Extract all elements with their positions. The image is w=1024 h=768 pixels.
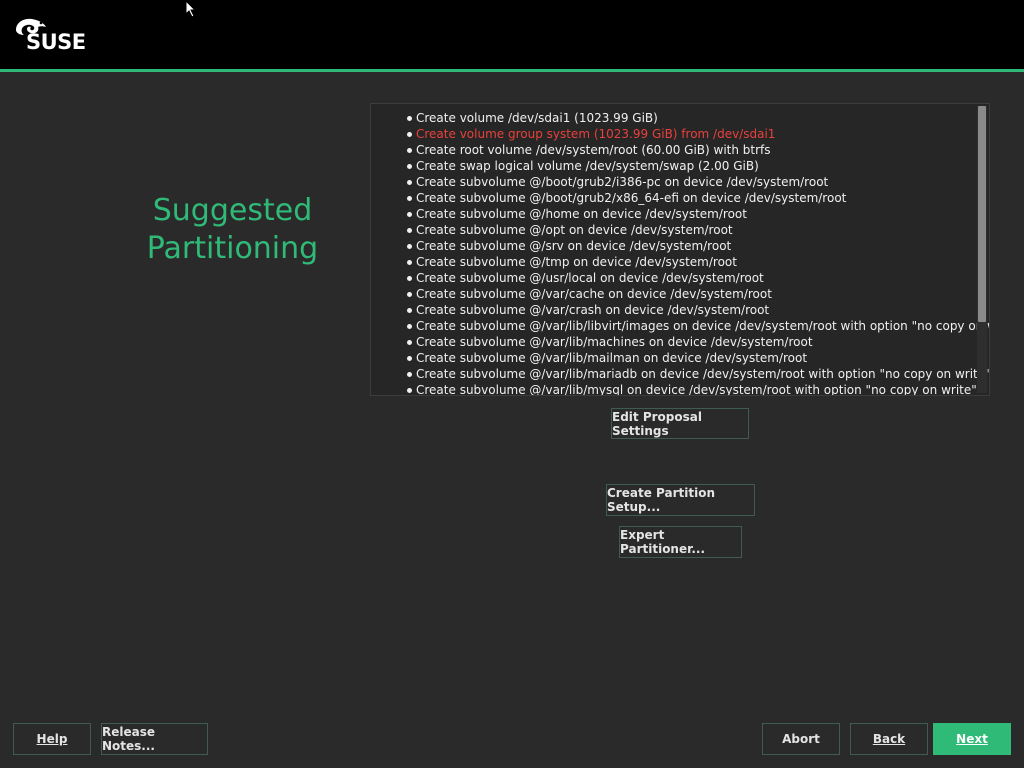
proposal-action-item: Create subvolume @/boot/grub2/i386-pc on… xyxy=(407,174,989,190)
page-title: Suggested Partitioning xyxy=(146,193,319,266)
summary-scrollbar[interactable] xyxy=(977,106,987,393)
proposal-summary[interactable]: Create volume /dev/sdai1 (1023.99 GiB) Cr… xyxy=(370,103,990,396)
release-notes-label: Release Notes... xyxy=(102,725,156,753)
proposal-action-item: Create subvolume @/usr/local on device /… xyxy=(407,270,989,286)
proposal-action-item: Create subvolume @/var/crash on device /… xyxy=(407,302,989,318)
release-notes-button[interactable]: Release Notes... xyxy=(101,723,208,755)
proposal-action-item: Create subvolume @/opt on device /dev/sy… xyxy=(407,222,989,238)
proposal-action-item: Create root volume /dev/system/root (60.… xyxy=(407,142,989,158)
suse-logo: SUSE xyxy=(14,16,94,56)
logo-text: SUSE xyxy=(26,30,86,54)
proposal-action-item: Create subvolume @/var/lib/mailman on de… xyxy=(407,350,989,366)
back-label: Back xyxy=(872,732,906,746)
abort-button[interactable]: Abort xyxy=(762,723,840,755)
proposal-action-item: Create subvolume @/var/lib/libvirt/image… xyxy=(407,318,989,334)
mouse-cursor-icon xyxy=(185,0,197,18)
proposal-action-item: Create subvolume @/var/lib/machines on d… xyxy=(407,334,989,350)
scrollbar-thumb[interactable] xyxy=(978,106,986,322)
header-bar: SUSE xyxy=(0,0,1024,69)
proposal-action-item: Create volume /dev/sdai1 (1023.99 GiB) xyxy=(407,110,989,126)
help-button[interactable]: Help xyxy=(13,723,91,755)
proposal-action-item: Create subvolume @/var/lib/mariadb on de… xyxy=(407,366,989,382)
expert-partitioner-label: Expert Partitioner... xyxy=(620,528,705,556)
proposal-action-item: Create subvolume @/srv on device /dev/sy… xyxy=(407,238,989,254)
header-accent-line xyxy=(0,69,1024,72)
create-partition-label: Create Partition Setup... xyxy=(607,486,715,514)
back-button[interactable]: Back xyxy=(850,723,928,755)
proposal-action-list: Create volume /dev/sdai1 (1023.99 GiB) Cr… xyxy=(407,110,989,395)
edit-proposal-label: Edit Proposal Settings xyxy=(612,409,702,438)
proposal-action-item: Create volume group system (1023.99 GiB)… xyxy=(407,126,989,142)
proposal-action-item: Create swap logical volume /dev/system/s… xyxy=(407,158,989,174)
proposal-action-item: Create subvolume @/var/cache on device /… xyxy=(407,286,989,302)
abort-label: Abort xyxy=(782,732,820,746)
help-label: Help xyxy=(36,732,68,746)
proposal-action-item: Create subvolume @/home on device /dev/s… xyxy=(407,206,989,222)
proposal-action-item: Create subvolume @/var/lib/mysql on devi… xyxy=(407,382,989,395)
create-partition-setup-button[interactable]: Create Partition Setup... xyxy=(606,484,755,516)
next-label: Next xyxy=(956,732,988,746)
proposal-action-item: Create subvolume @/boot/grub2/x86_64-efi… xyxy=(407,190,989,206)
expert-partitioner-button[interactable]: Expert Partitioner... xyxy=(619,526,742,558)
proposal-action-item: Create subvolume @/tmp on device /dev/sy… xyxy=(407,254,989,270)
edit-proposal-settings-button[interactable]: Edit Proposal Settings xyxy=(611,408,749,439)
next-button[interactable]: Next xyxy=(933,723,1011,755)
